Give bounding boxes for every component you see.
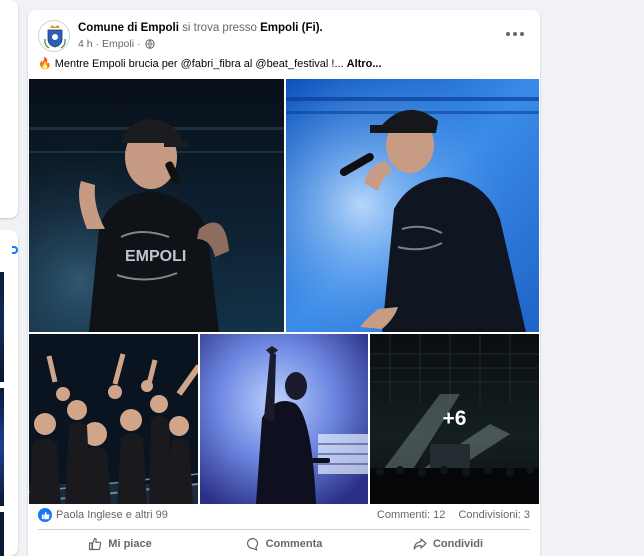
caption-text: Mentre Empoli brucia per @fabri_fibra al… [54,58,347,70]
page-avatar[interactable] [38,20,70,52]
like-button[interactable]: Mi piace [38,532,202,556]
reactions-bar: Paola Inglese e altri 99 Commenti: 12 Co… [38,507,530,525]
comment-button[interactable]: Commenta [202,532,366,556]
left-feed-thumbnail[interactable] [0,388,4,506]
post-meta: 4 h · Empoli · [78,37,156,51]
shirt-print-text: EMPOLI [125,248,186,265]
place-link[interactable]: Empoli [102,38,134,50]
comments-count[interactable]: Commenti: 12 [377,509,445,521]
meta-separator: · [95,38,100,50]
more-photos-tile[interactable]: +6 [370,334,539,504]
post-photo[interactable]: EMPOLI [29,79,284,332]
comment-label: Commenta [265,538,323,550]
ellipsis-icon [506,32,510,36]
share-button[interactable]: Condividi [366,532,530,556]
location-link[interactable]: Empoli (Fi). [260,22,323,34]
post-photo[interactable] [29,334,198,504]
share-arrow-icon [413,538,427,550]
post-header: Comune di Empoli si trova presso Empoli … [38,18,530,58]
reactors-link[interactable]: Paola Inglese e altri 99 [56,509,168,521]
meta-separator: · [136,38,141,50]
globe-icon [145,39,156,49]
thumbs-up-icon[interactable] [38,508,52,522]
left-feed-thumbnail[interactable] [0,512,4,556]
post-caption: 🔥 Mentre Empoli brucia per @fabri_fibra a… [38,56,382,72]
like-label: Mi piace [108,538,152,550]
location-prefix: si trova presso [182,22,257,34]
empoli-crest-icon [39,21,69,51]
feed-post: Comune di Empoli si trova presso Empoli … [28,10,540,556]
actions-divider [38,529,530,530]
left-feed-thumbnail[interactable] [0,272,4,382]
page-name-link[interactable]: Comune di Empoli [78,22,179,34]
more-photos-count: +6 [370,334,539,504]
fire-emoji: 🔥 [38,58,52,70]
post-photo[interactable] [286,79,539,332]
thumbs-up-outline-icon [89,537,102,551]
post-timestamp[interactable]: 4 h [78,38,93,50]
post-more-button[interactable] [504,24,526,44]
post-actions: Mi piace Commenta Condividi [38,532,530,556]
post-photo[interactable] [200,334,368,504]
share-label: Condividi [432,538,484,550]
left-feed-card [0,0,18,218]
post-author-line: Comune di Empoli si trova presso Empoli … [78,20,323,36]
speech-bubble-icon [246,537,258,551]
engagement-counts: Commenti: 12 Condivisioni: 3 [377,509,530,521]
see-more-link[interactable]: Altro... [347,58,382,70]
shares-count[interactable]: Condivisioni: 3 [458,509,530,521]
